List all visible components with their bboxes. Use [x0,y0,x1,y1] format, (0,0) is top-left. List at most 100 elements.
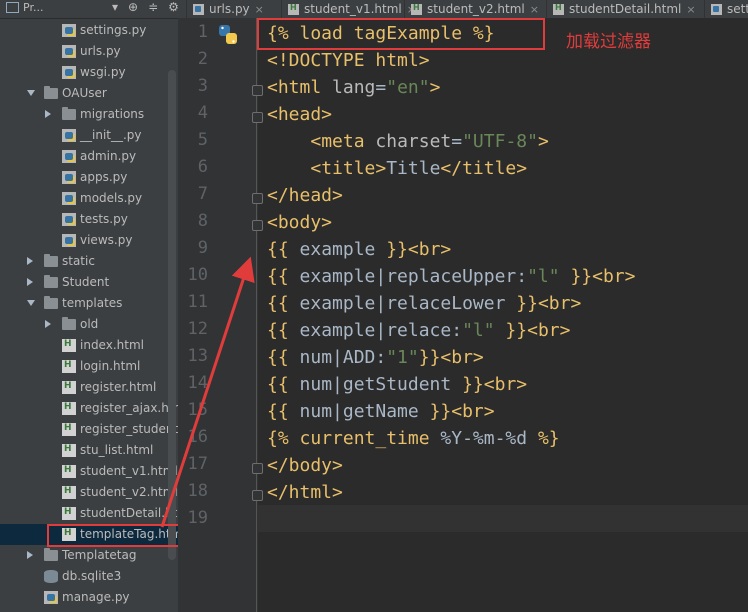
tree-item[interactable]: index.html [0,335,178,356]
code-token: <br> [483,374,528,395]
tree-item[interactable]: __init__.py [0,125,178,146]
fold-marker-icon[interactable] [252,463,263,474]
tree-item[interactable]: manage.py [0,587,178,608]
line-number: 11 [187,292,208,312]
code-token: <br> [592,266,636,287]
tree-item[interactable]: admin.py [0,146,178,167]
tab-label: studentDetail.html [569,2,682,16]
code-token: current_time [299,428,441,449]
tree-item-label: admin.py [80,149,137,163]
tree-item[interactable]: settings.py [0,20,178,41]
tree-item[interactable]: urls.py [0,41,178,62]
py-file-icon [62,150,76,163]
editor-tab[interactable]: student_v2.html × [404,0,543,18]
sync-icon[interactable]: ⊕ [128,0,138,14]
code-token: <!DOCTYPE [267,50,376,71]
code-token: lang [332,77,376,98]
code-line: <head> [267,101,332,128]
collapsed-arrow-icon[interactable] [27,278,33,286]
fold-marker-icon[interactable] [252,220,263,231]
tree-item-label: register.html [80,380,157,394]
collapsed-arrow-icon[interactable] [45,320,51,328]
tree-item-label: index.html [80,338,144,352]
fold-marker-icon[interactable] [252,112,263,123]
collapsed-arrow-icon[interactable] [27,551,33,559]
collapse-all-icon[interactable]: ≑ [148,0,158,14]
tree-item[interactable]: stu_list.html [0,440,178,461]
code-line: </html> [267,479,343,506]
tree-item[interactable]: models.py [0,188,178,209]
code-token: <br> [451,401,495,422]
close-icon[interactable]: × [255,3,264,16]
tree-item-label: urls.py [80,44,121,58]
tree-item[interactable]: migrations [0,104,178,125]
tree-item-label: apps.py [80,170,128,184]
tree-item-label: OAUser [62,86,107,100]
collapsed-arrow-icon[interactable] [27,257,33,265]
collapsed-arrow-icon[interactable] [45,110,51,118]
tree-item[interactable]: register.html [0,377,178,398]
tree-item[interactable]: db.sqlite3 [0,566,178,587]
tree-item[interactable]: studentDetail.htm [0,503,178,524]
html-file-icon [62,444,76,457]
code-line: <body> [267,209,332,236]
sidebar-header: Pr... ▾ ⊕ ≑ ⚙ ⊢ [0,0,178,19]
py-file-icon [62,24,76,37]
code-token: num|getName [299,401,430,422]
code-token: example|relaceLower [299,293,517,314]
code-line: <!DOCTYPE html> [267,47,430,74]
folder-file-icon [44,548,58,561]
line-number: 6 [197,157,208,177]
tree-item[interactable]: templates [0,293,178,314]
scope-dropdown-icon[interactable]: ▾ [112,0,118,14]
tree-item[interactable]: views.py [0,230,178,251]
tree-item[interactable]: Templatetag [0,545,178,566]
tree-item[interactable]: register_ajax.htm [0,398,178,419]
tree-item[interactable]: student_v1.html [0,461,178,482]
project-tool-window-title[interactable]: Pr... [6,1,43,14]
code-token: > [429,77,441,98]
html-file-icon [62,465,76,478]
code-token: </title> [440,158,528,179]
fold-marker-icon[interactable] [252,193,263,204]
html-file-icon [62,507,76,520]
tree-item[interactable]: student_v2.html [0,482,178,503]
editor-tab[interactable]: student_v1.html× [281,0,420,18]
close-icon[interactable]: × [530,3,539,16]
gear-icon[interactable]: ⚙ [168,0,178,14]
editor-tab[interactable]: studentDetail.html × [546,0,700,18]
tree-item[interactable]: tests.py [0,209,178,230]
expanded-arrow-icon[interactable] [27,300,35,306]
editor-tab[interactable]: setti [704,0,748,18]
tree-item[interactable]: login.html [0,356,178,377]
tree-item[interactable]: static [0,251,178,272]
tree-item[interactable]: OAUser [0,83,178,104]
tree-item[interactable]: old [0,314,178,335]
code-token: html [375,50,419,71]
editor-tabs: urls.py× student_v1.html×student_v2.html×… [178,0,748,18]
tree-item[interactable]: Student [0,272,178,293]
code-line: {{ num|getStudent }}<br> [267,371,527,398]
code-token: }} [418,347,441,368]
tree-item[interactable]: wsgi.py [0,62,178,83]
tree-item[interactable]: apps.py [0,167,178,188]
code-token: <html [267,77,333,98]
code-token: "l" [527,266,560,287]
fold-marker-icon[interactable] [252,85,263,96]
expanded-arrow-icon[interactable] [27,90,35,96]
code-token: "l" [462,320,495,341]
fold-marker-icon[interactable] [252,490,263,501]
sidebar-scrollbar[interactable] [168,70,176,560]
code-token: example|replaceUpper: [299,266,528,287]
code-token: <br> [527,320,571,341]
close-icon[interactable]: × [686,3,695,16]
code-line: {{ example|relace:"l" }}<br> [267,317,570,344]
html-file-icon [62,360,76,373]
code-line: {{ num|getName }}<br> [267,398,495,425]
tree-item[interactable]: register_student.h [0,419,178,440]
editor-tab[interactable]: urls.py × [186,0,268,18]
folder-file-icon [44,86,58,99]
html-file-icon [62,402,76,415]
